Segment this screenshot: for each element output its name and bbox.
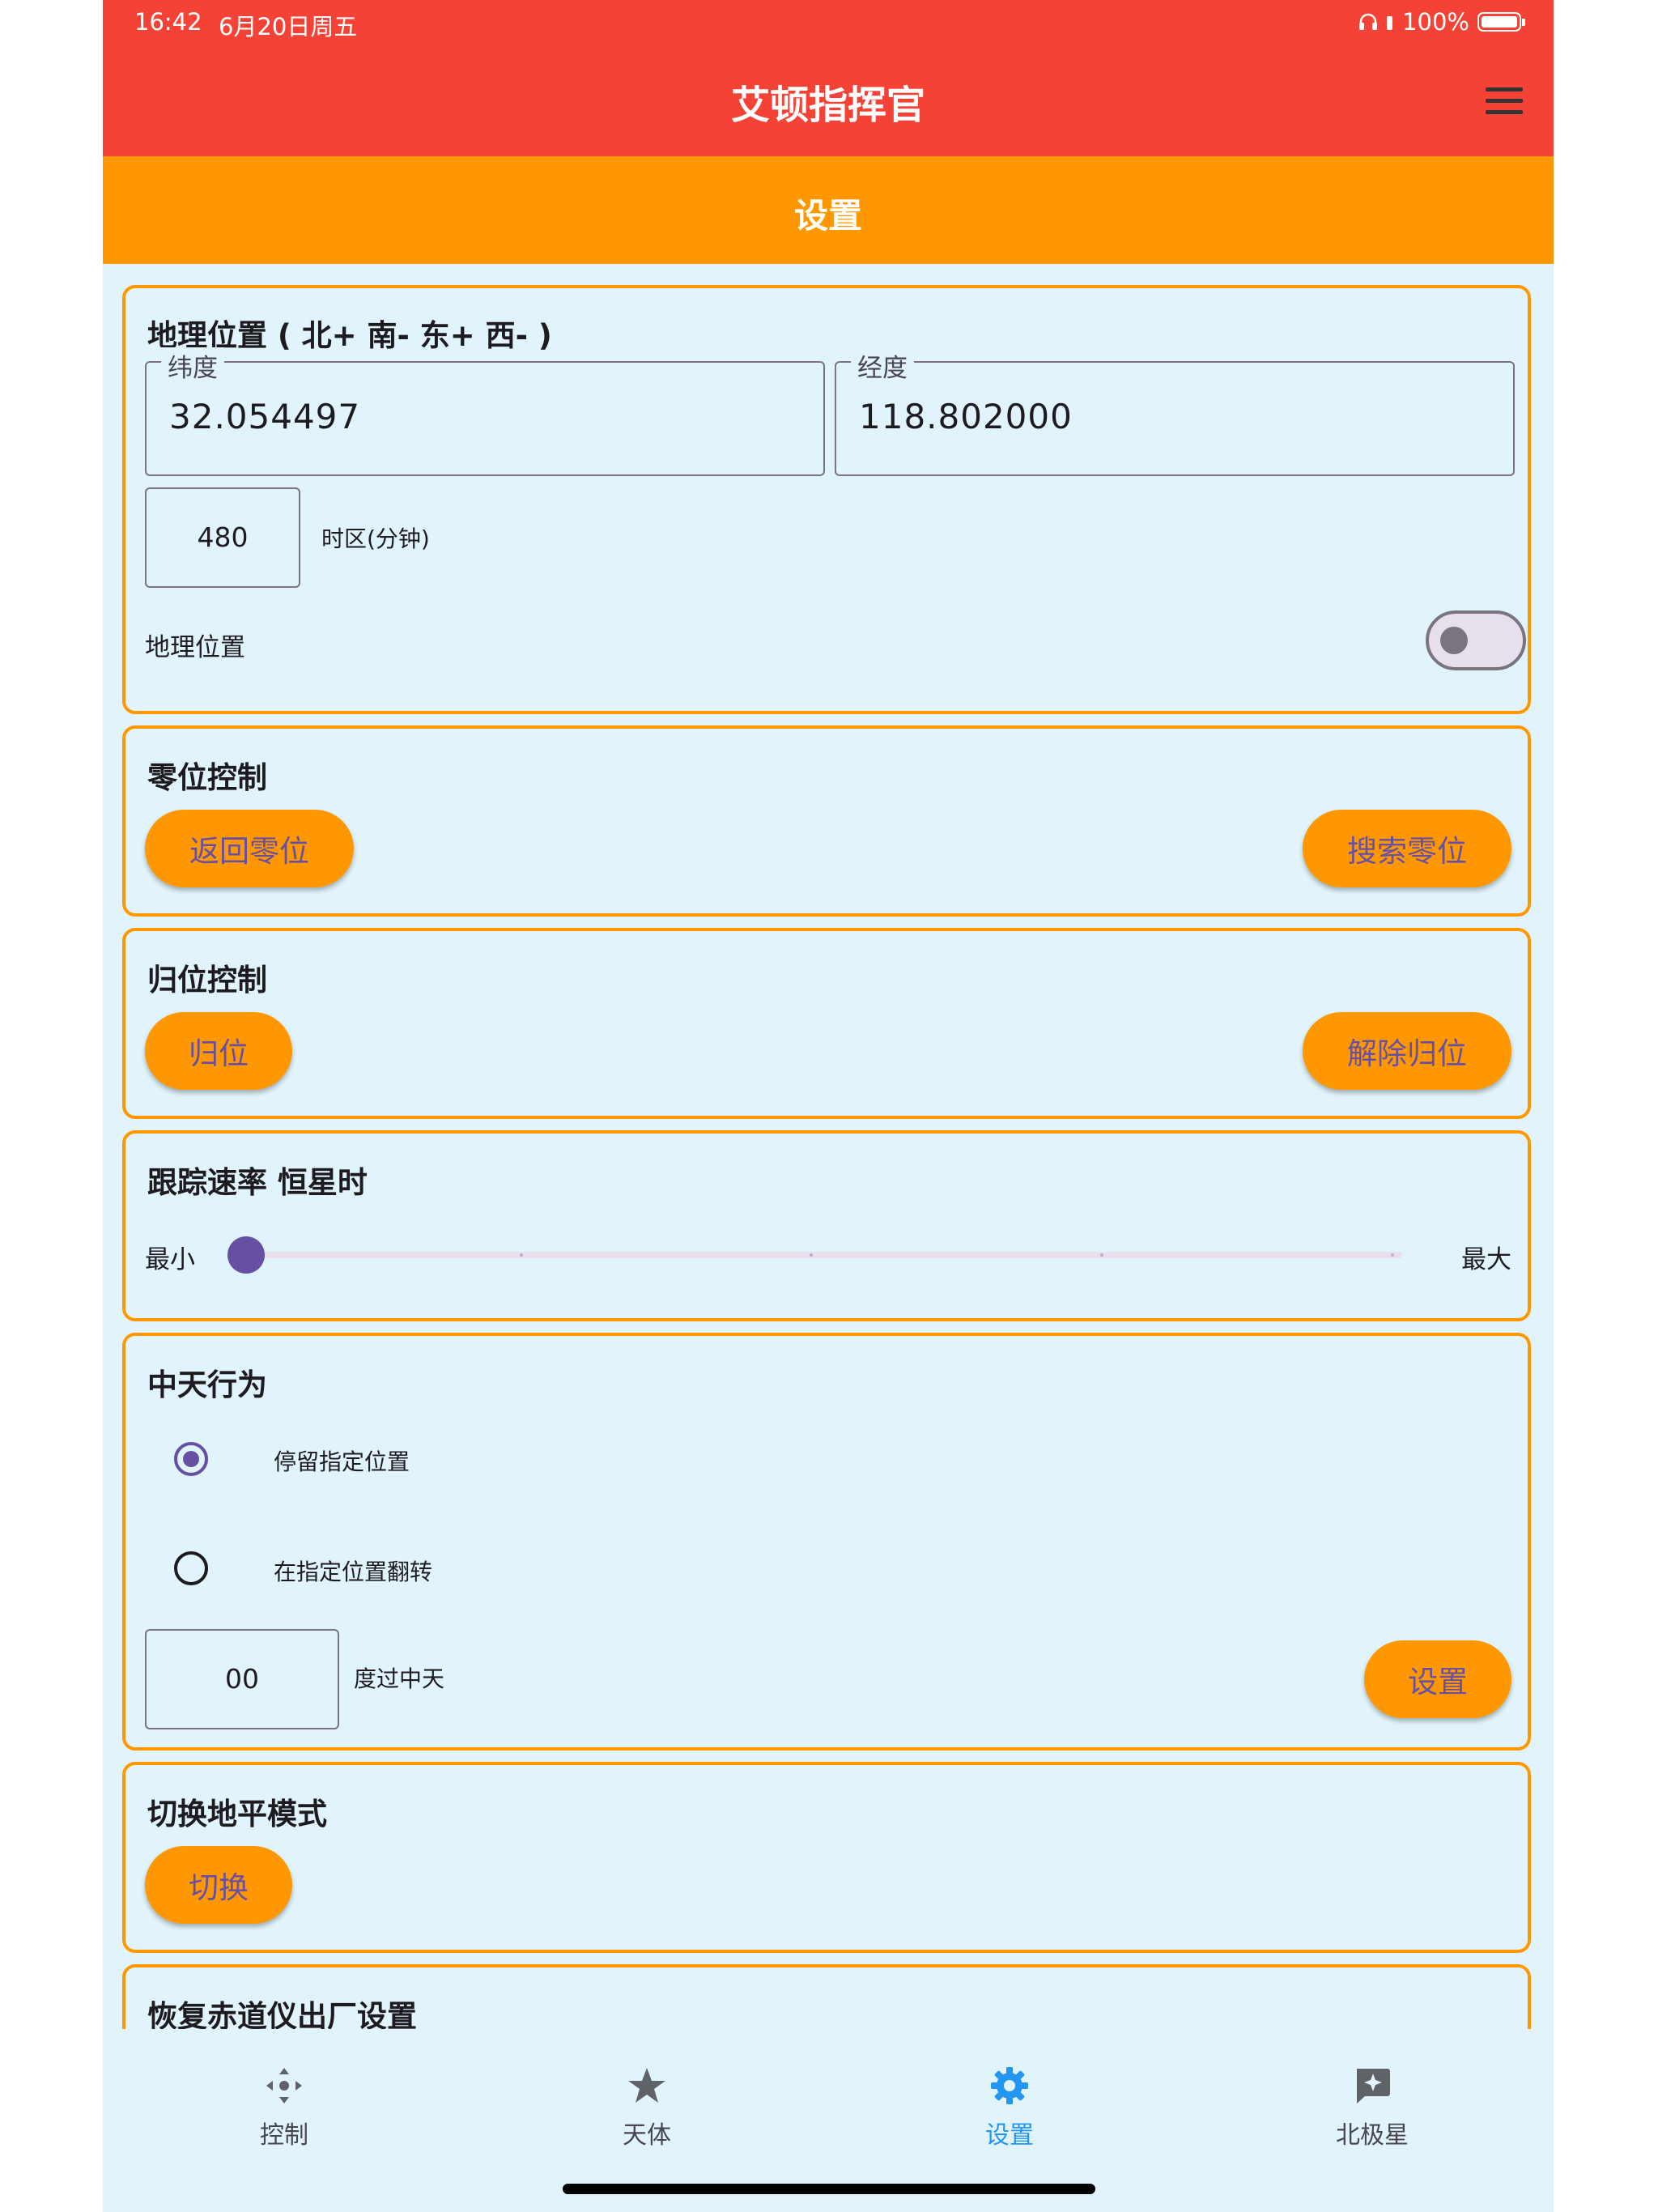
latitude-label: 纬度 — [161, 347, 224, 384]
home-card: 归位控制 归位 解除归位 — [122, 928, 1531, 1119]
tracking-slider-thumb[interactable] — [227, 1236, 265, 1274]
geo-card: 地理位置 ( 北+ 南- 东+ 西- ) 纬度 32.054497 经度 118… — [122, 285, 1531, 714]
meridian-option2-label: 在指定位置翻转 — [274, 1559, 433, 1585]
status-date: 6月20日周五 — [219, 13, 358, 40]
search-zero-button[interactable]: 搜索零位 — [1303, 810, 1511, 887]
slider-tick — [1100, 1253, 1103, 1257]
slider-tick — [1391, 1253, 1394, 1257]
return-zero-button[interactable]: 返回零位 — [145, 810, 354, 887]
slider-tick — [810, 1253, 813, 1257]
nav-item-polaris[interactable]: 北极星 — [1191, 2029, 1554, 2159]
zero-title: 零位控制 — [147, 760, 267, 795]
factory-card: 恢复赤道仪出厂设置 — [122, 1964, 1531, 2029]
star-icon — [628, 2068, 665, 2103]
horizon-title: 切换地平模式 — [147, 1797, 327, 1831]
status-right: 100% — [1358, 8, 1525, 36]
meridian-title: 中天行为 — [147, 1368, 267, 1402]
nav-item-objects[interactable]: 天体 — [466, 2029, 828, 2159]
battery-percent: 100% — [1402, 8, 1469, 36]
nav-item-settings[interactable]: 设置 — [828, 2029, 1191, 2159]
gear-icon — [991, 2067, 1028, 2104]
menu-icon[interactable] — [1486, 87, 1523, 115]
slider-max-label: 最大 — [1461, 1245, 1511, 1274]
geo-toggle-switch[interactable] — [1426, 610, 1526, 670]
tracking-card: 跟踪速率 恒星时 最小 最大 — [122, 1130, 1531, 1321]
nav-label-objects: 天体 — [623, 2121, 671, 2150]
timezone-label: 时区(分钟) — [321, 525, 430, 552]
meridian-set-button[interactable]: 设置 — [1364, 1640, 1511, 1718]
meridian-card: 中天行为 停留指定位置 在指定位置翻转 00 度过中天 设置 — [122, 1333, 1531, 1750]
horizon-card: 切换地平模式 切换 — [122, 1762, 1531, 1953]
signal-icon — [1387, 16, 1393, 30]
page-header: 设置 — [103, 156, 1554, 264]
horizon-switch-button[interactable]: 切换 — [145, 1846, 292, 1924]
meridian-option1-radio[interactable] — [174, 1442, 208, 1476]
app-title: 艾顿指挥官 — [730, 83, 925, 128]
status-time: 16:42 — [134, 8, 202, 36]
home-button[interactable]: 归位 — [145, 1012, 292, 1090]
settings-list[interactable]: 地理位置 ( 北+ 南- 东+ 西- ) 纬度 32.054497 经度 118… — [103, 264, 1554, 2029]
latitude-value: 32.054497 — [169, 397, 361, 436]
tracking-title: 跟踪速率 恒星时 — [147, 1165, 368, 1200]
switch-knob — [1440, 627, 1468, 654]
meridian-degrees-label: 度过中天 — [354, 1665, 445, 1692]
nav-label-settings: 设置 — [985, 2121, 1034, 2150]
slider-min-label: 最小 — [145, 1245, 195, 1274]
slider-tick — [520, 1253, 523, 1257]
nav-label-control: 控制 — [260, 2121, 308, 2150]
headphones-icon — [1359, 13, 1378, 30]
polaris-icon — [1357, 2069, 1390, 2104]
longitude-field[interactable]: 经度 118.802000 — [835, 347, 1515, 476]
release-home-button[interactable]: 解除归位 — [1303, 1012, 1511, 1090]
geo-toggle-label: 地理位置 — [145, 633, 245, 662]
app-screen: 16:42 6月20日周五 100% 艾顿指挥官 设置 地理位置 ( 北+ 南-… — [103, 0, 1554, 2212]
home-indicator — [563, 2184, 1095, 2194]
app-bar: 艾顿指挥官 — [103, 47, 1554, 156]
home-title: 归位控制 — [147, 963, 267, 998]
nav-label-polaris: 北极星 — [1336, 2121, 1409, 2150]
meridian-degrees-input[interactable]: 00 — [145, 1629, 339, 1729]
latitude-field[interactable]: 纬度 32.054497 — [145, 347, 825, 476]
meridian-option1-label: 停留指定位置 — [274, 1448, 410, 1475]
page-title: 设置 — [793, 196, 862, 236]
tracking-slider-track[interactable] — [228, 1252, 1402, 1258]
longitude-label: 经度 — [851, 347, 914, 384]
battery-icon — [1477, 12, 1525, 32]
status-bar: 16:42 6月20日周五 100% — [103, 0, 1554, 47]
nav-item-control[interactable]: 控制 — [103, 2029, 466, 2159]
timezone-input[interactable]: 480 — [145, 487, 300, 588]
control-icon — [266, 2068, 302, 2104]
zero-card: 零位控制 返回零位 搜索零位 — [122, 725, 1531, 917]
longitude-value: 118.802000 — [859, 397, 1073, 436]
meridian-option2-radio[interactable] — [174, 1551, 208, 1585]
factory-title: 恢复赤道仪出厂设置 — [147, 1999, 417, 2029]
